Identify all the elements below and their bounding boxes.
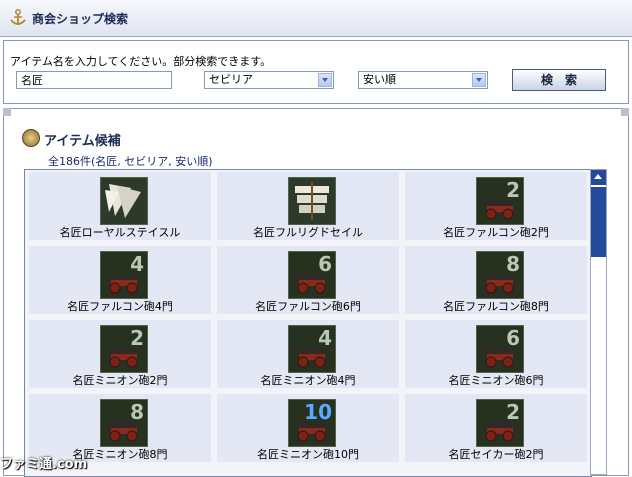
item-name: 名匠ローヤルステイスル [59, 226, 181, 239]
quantity-badge: 2 [130, 326, 144, 350]
quantity-badge: 8 [506, 252, 520, 276]
scroll-up-icon[interactable] [591, 170, 606, 185]
anchor-icon [10, 9, 26, 25]
ship-sail-icon [288, 177, 336, 225]
item-cell[interactable]: 4 名匠ミニオン砲4門 [217, 320, 399, 388]
cannon-icon: 6 [288, 251, 336, 299]
cannon-icon: 2 [100, 325, 148, 373]
search-hint: アイテム名を入力してください。部分検索できます。 [10, 55, 272, 68]
chevron-down-icon[interactable] [318, 73, 332, 87]
quantity-badge: 6 [318, 252, 332, 276]
search-button[interactable]: 検 索 [512, 69, 606, 91]
cannon-icon: 6 [476, 325, 524, 373]
item-name: 名匠ミニオン砲4門 [260, 374, 356, 387]
chevron-down-icon[interactable] [472, 73, 486, 87]
quantity-badge: 4 [130, 252, 144, 276]
cannon-icon: 2 [476, 177, 524, 225]
item-cell[interactable]: 2 名匠ミニオン砲2門 [29, 320, 211, 388]
medal-icon [22, 129, 40, 147]
watermark-logo: ファミ通.com [0, 457, 88, 472]
item-cell[interactable]: 8 名匠ファルコン砲8門 [405, 246, 587, 314]
item-cell[interactable]: 8 名匠ミニオン砲8門 [29, 394, 211, 462]
item-name: 名匠ファルコン砲6門 [255, 300, 361, 313]
item-name: 名匠フルリグドセイル [253, 226, 363, 239]
item-cell[interactable]: 10 名匠ミニオン砲10門 [217, 394, 399, 462]
quantity-badge: 4 [318, 326, 332, 350]
item-name: 名匠ミニオン砲10門 [257, 448, 359, 461]
window-title: 商会ショップ検索 [32, 12, 129, 26]
item-name: 名匠ファルコン砲2門 [443, 226, 549, 239]
item-cell[interactable]: 2 名匠ファルコン砲2門 [405, 172, 587, 240]
item-cell[interactable]: 6 名匠ファルコン砲6門 [217, 246, 399, 314]
sort-select[interactable]: 安い順 [358, 71, 488, 89]
location-select[interactable]: セビリア [204, 71, 334, 89]
location-select-value: セビリア [209, 73, 253, 86]
sail-icon [100, 177, 148, 225]
results-scrollbar[interactable] [590, 169, 607, 475]
cannon-icon: 10 [288, 399, 336, 447]
results-panel: アイテム候補 全186件(名匠, セビリア, 安い順) 名匠ローヤルステイスル名… [3, 108, 629, 477]
item-cell[interactable]: 名匠フルリグドセイル [217, 172, 399, 240]
cannon-icon: 4 [100, 251, 148, 299]
quantity-badge: 2 [506, 178, 520, 202]
quantity-badge: 8 [130, 400, 144, 424]
panel-corner [3, 108, 11, 116]
quantity-badge: 6 [506, 326, 520, 350]
item-name-input[interactable]: 名匠 [16, 71, 172, 89]
item-name: 名匠ミニオン砲6門 [448, 374, 544, 387]
results-grid: 名匠ローヤルステイスル 名匠フルリグドセイル 2 名匠ファルコン砲2門 4 名匠ファルコン… [24, 169, 592, 477]
quantity-badge: 10 [304, 400, 332, 424]
results-count: 全186件(名匠, セビリア, 安い順) [48, 155, 213, 168]
sort-select-value: 安い順 [363, 73, 396, 86]
cannon-icon: 2 [476, 399, 524, 447]
item-cell[interactable]: 4 名匠ファルコン砲4門 [29, 246, 211, 314]
item-name: 名匠ミニオン砲2門 [72, 374, 168, 387]
cannon-icon: 8 [476, 251, 524, 299]
title-bar: 商会ショップ検索 [0, 0, 632, 37]
item-cell[interactable]: 2 名匠セイカー砲2門 [405, 394, 587, 462]
scroll-thumb[interactable] [591, 187, 606, 257]
panel-corner [621, 108, 629, 116]
item-name: 名匠セイカー砲2門 [448, 448, 544, 461]
item-cell[interactable]: 名匠ローヤルステイスル [29, 172, 211, 240]
item-name: 名匠ファルコン砲4門 [67, 300, 173, 313]
item-cell[interactable]: 6 名匠ミニオン砲6門 [405, 320, 587, 388]
results-heading-label: アイテム候補 [44, 134, 121, 149]
quantity-badge: 2 [506, 400, 520, 424]
search-panel: アイテム名を入力してください。部分検索できます。 名匠 セビリア 安い順 検 索 [3, 40, 629, 104]
cannon-icon: 8 [100, 399, 148, 447]
cannon-icon: 4 [288, 325, 336, 373]
item-name: 名匠ファルコン砲8門 [443, 300, 549, 313]
